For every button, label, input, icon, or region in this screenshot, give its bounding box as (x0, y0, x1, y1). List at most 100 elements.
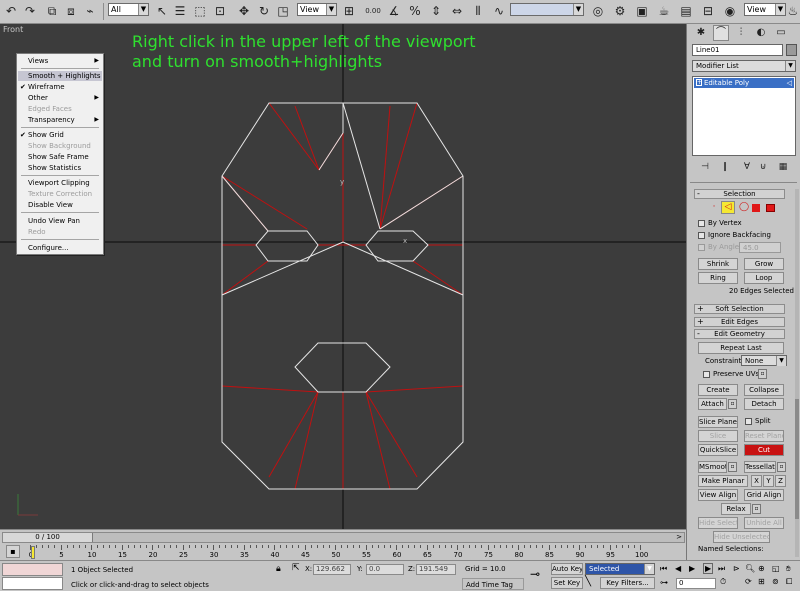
maxscript-mini-listener[interactable] (2, 577, 63, 590)
detach-button[interactable]: Detach (744, 398, 784, 410)
light-bulb-icon[interactable]: ◁ (787, 78, 792, 88)
undo-icon[interactable]: ↶ (3, 3, 19, 19)
render-frame-icon[interactable]: ▣ (634, 3, 650, 19)
snaps-icon[interactable]: 0.00 (365, 3, 381, 19)
attach-button[interactable]: Attach (698, 398, 727, 410)
menu-item-viewport-clipping[interactable]: Viewport Clipping (18, 178, 102, 188)
menu-item-show-statistics[interactable]: Show Statistics (18, 163, 102, 173)
motion-tab-icon[interactable]: ◐ (753, 25, 769, 41)
edge-mode-icon[interactable]: ◁ (721, 201, 735, 214)
zoom-icon[interactable]: 🔍︎ (745, 564, 755, 573)
modify-tab-icon[interactable]: ⌒ (713, 25, 729, 41)
loop-button[interactable]: Loop (744, 272, 784, 284)
repeat-last-button[interactable]: Repeat Last (698, 342, 784, 354)
quickslice-button[interactable]: QuickSlice (698, 444, 738, 456)
vertex-mode-icon[interactable]: · (708, 202, 720, 214)
absolute-mode-icon[interactable]: ⇱ (292, 564, 300, 573)
angle-snap-icon[interactable]: ∡ (386, 3, 402, 19)
cut-button[interactable]: Cut (744, 444, 784, 456)
pan-icon[interactable]: ✋︎ (786, 564, 791, 573)
panel-scrollbar[interactable] (795, 189, 799, 557)
shrink-button[interactable]: Shrink (698, 258, 738, 270)
ignore-backfacing-checkbox[interactable] (698, 232, 705, 239)
layer-manager-icon[interactable]: ▤ (678, 3, 694, 19)
current-frame-field[interactable]: 0 (676, 578, 716, 589)
grid-align-button[interactable]: Grid Align (744, 489, 784, 501)
timeline-ruler[interactable]: 0510152025303540455055606570758085909510… (29, 545, 685, 561)
pivot-icon[interactable]: ⊞ (341, 3, 357, 19)
teapot-render-icon[interactable]: ♨ (787, 3, 799, 19)
menu-item-views[interactable]: Views ▶ (18, 56, 102, 66)
zoom-all-icon[interactable]: ⊕ (758, 564, 765, 573)
menu-item-undo-view-pan[interactable]: Undo View Pan (18, 216, 102, 226)
ring-button[interactable]: Ring (698, 272, 738, 284)
stack-item-editable-poly[interactable]: + Editable Poly ◁ (694, 78, 794, 88)
key-filters-button[interactable]: Key Filters... (600, 577, 655, 589)
set-key-icon[interactable]: ⊸ (530, 568, 540, 580)
window-crossing-icon[interactable]: ⊡ (212, 3, 228, 19)
prev-frame-icon[interactable]: ◀ (675, 564, 681, 573)
preserve-uvs-checkbox[interactable] (703, 371, 710, 378)
next-frame-icon[interactable]: ▶ (703, 563, 714, 574)
selection-filter-dropdown[interactable]: All ▼ (108, 3, 149, 16)
object-color-swatch[interactable] (786, 44, 797, 56)
relax-button[interactable]: Relax (721, 503, 751, 515)
create-tab-icon[interactable]: ✱ (693, 25, 709, 41)
split-checkbox[interactable] (745, 418, 752, 425)
remove-modifier-icon[interactable]: ⊍ (755, 159, 771, 175)
goto-start-icon[interactable]: ⏮ (660, 564, 667, 573)
menu-item-wireframe[interactable]: ✔ Wireframe (18, 82, 102, 92)
element-mode-icon[interactable] (766, 204, 775, 212)
unlink-icon[interactable]: ⧈ (63, 3, 79, 19)
viewport-label[interactable]: Front (3, 25, 23, 34)
move-icon[interactable]: ✥ (236, 3, 252, 19)
arc-rotate-icon[interactable]: ⊚ (772, 577, 779, 587)
tessellate-button[interactable]: Tessellate (744, 461, 776, 473)
polygon-mode-icon[interactable] (752, 204, 760, 212)
menu-item-transparency[interactable]: Transparency ▶ (18, 115, 102, 125)
object-name-field[interactable]: Line01 (692, 44, 783, 56)
planar-z-button[interactable]: Z (775, 475, 786, 487)
mirror-icon[interactable]: ⇔ (449, 3, 465, 19)
view-align-button[interactable]: View Align (698, 489, 738, 501)
set-key-button[interactable]: Set Key (551, 577, 583, 589)
front-viewport[interactable]: y x Front Right click in the upper left … (0, 24, 686, 529)
percent-snap-icon[interactable]: % (407, 3, 423, 19)
zoom-extents-icon[interactable]: ⊞ (758, 577, 765, 587)
time-slider-thumb[interactable]: 0 / 100 (3, 533, 93, 542)
relax-settings-button[interactable]: ▫ (752, 504, 761, 514)
rotate-icon[interactable]: ↻ (256, 3, 272, 19)
constraints-dropdown[interactable]: None ▼ (741, 355, 787, 366)
goto-end-icon[interactable]: ⏭ (718, 564, 725, 573)
tessellate-settings-button[interactable]: ▫ (777, 462, 786, 472)
reference-coordinate-dropdown[interactable]: View ▼ (297, 3, 337, 16)
rollout-soft-selection-header[interactable]: + Soft Selection (694, 304, 785, 314)
menu-item-other[interactable]: Other ▶ (18, 93, 102, 103)
create-button[interactable]: Create (698, 384, 738, 396)
current-frame-marker[interactable] (31, 546, 35, 559)
named-selection-dropdown[interactable]: ▼ (510, 3, 584, 16)
next-frame-arrow-icon[interactable]: > (676, 533, 682, 542)
rollout-selection-header[interactable]: - Selection (694, 189, 785, 199)
link-icon[interactable]: ⧉ (44, 3, 60, 19)
preserve-uvs-settings-button[interactable]: ▫ (758, 369, 767, 379)
maxscript-listener[interactable] (2, 563, 63, 576)
select-by-name-icon[interactable]: ☰ (172, 3, 188, 19)
menu-item-smooth-highlights[interactable]: Smooth + Highlights (18, 71, 102, 81)
by-vertex-checkbox[interactable] (698, 220, 705, 227)
pin-stack-icon[interactable]: ⊣ (697, 159, 713, 175)
trackbar-toggle-button[interactable]: ▪ (6, 545, 20, 558)
lock-icon[interactable]: 🔒︎ (276, 565, 281, 574)
menu-item-configure[interactable]: Configure... (18, 243, 102, 253)
z-coord-field[interactable]: 191.549 (416, 564, 456, 575)
grow-button[interactable]: Grow (744, 258, 784, 270)
collapse-button[interactable]: Collapse (744, 384, 784, 396)
x-coord-field[interactable]: 129.662 (313, 564, 351, 575)
expand-icon[interactable]: + (696, 79, 702, 86)
render-view-dropdown[interactable]: View ▼ (744, 3, 786, 16)
msmooth-settings-button[interactable]: ▫ (728, 462, 737, 472)
key-mode-toggle-icon[interactable]: ⊳ (733, 564, 740, 573)
rect-region-icon[interactable]: ⬚ (192, 3, 208, 19)
add-time-tag-button[interactable]: Add Time Tag (462, 578, 524, 590)
panel-scrollbar-thumb[interactable] (795, 399, 799, 519)
